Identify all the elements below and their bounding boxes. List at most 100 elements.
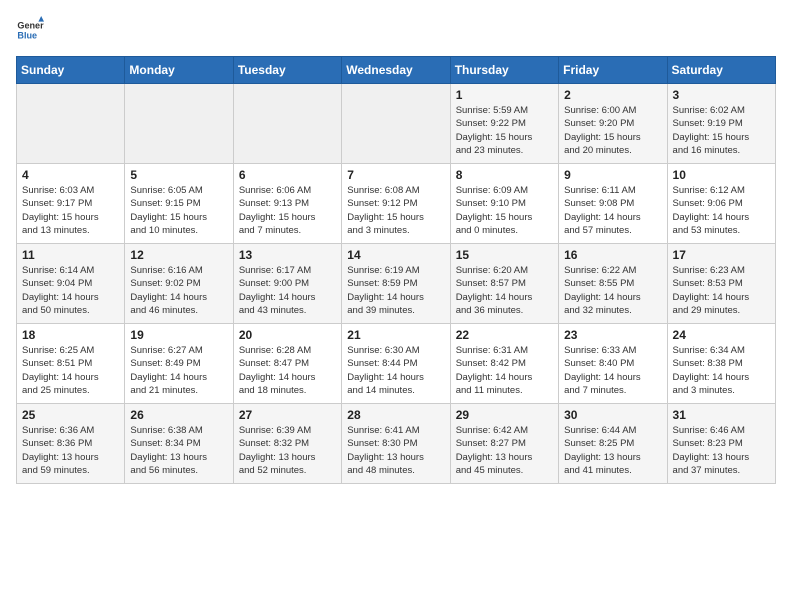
calendar-cell: 7Sunrise: 6:08 AM Sunset: 9:12 PM Daylig…	[342, 164, 450, 244]
weekday-header-sunday: Sunday	[17, 57, 125, 84]
calendar-body: 1 Sunrise: 5:59 AM Sunset: 9:22 PM Daylig…	[17, 84, 776, 484]
day-number: 24	[673, 328, 770, 342]
week-row-2: 4Sunrise: 6:03 AM Sunset: 9:17 PM Daylig…	[17, 164, 776, 244]
calendar-cell: 20 Sunrise: 6:28 AM Sunset: 8:47 PM Dayli…	[233, 324, 341, 404]
day-number: 8	[456, 168, 553, 182]
calendar-cell: 14Sunrise: 6:19 AM Sunset: 8:59 PM Dayli…	[342, 244, 450, 324]
weekday-header-tuesday: Tuesday	[233, 57, 341, 84]
week-row-1: 1 Sunrise: 5:59 AM Sunset: 9:22 PM Daylig…	[17, 84, 776, 164]
calendar-cell: 21 Sunrise: 6:30 AM Sunset: 8:44 PM Dayli…	[342, 324, 450, 404]
day-info: Sunrise: 6:33 AM Sunset: 8:40 PM Dayligh…	[564, 344, 661, 397]
calendar-cell: 31 Sunrise: 6:46 AM Sunset: 8:23 PM Dayli…	[667, 404, 775, 484]
day-info: Sunrise: 6:42 AM Sunset: 8:27 PM Dayligh…	[456, 424, 553, 477]
day-info: Sunrise: 6:23 AM Sunset: 8:53 PM Dayligh…	[673, 264, 770, 317]
calendar-cell: 10 Sunrise: 6:12 AM Sunset: 9:06 PM Dayli…	[667, 164, 775, 244]
day-number: 12	[130, 248, 227, 262]
day-number: 28	[347, 408, 444, 422]
logo: General Blue	[16, 16, 44, 44]
calendar-cell: 1 Sunrise: 5:59 AM Sunset: 9:22 PM Daylig…	[450, 84, 558, 164]
weekday-header-wednesday: Wednesday	[342, 57, 450, 84]
day-number: 21	[347, 328, 444, 342]
day-number: 13	[239, 248, 336, 262]
day-info: Sunrise: 6:14 AM Sunset: 9:04 PM Dayligh…	[22, 264, 119, 317]
calendar-cell: 24 Sunrise: 6:34 AM Sunset: 8:38 PM Dayli…	[667, 324, 775, 404]
page-header: General Blue	[16, 16, 776, 44]
week-row-4: 18 Sunrise: 6:25 AM Sunset: 8:51 PM Dayli…	[17, 324, 776, 404]
day-number: 5	[130, 168, 227, 182]
calendar-cell: 27 Sunrise: 6:39 AM Sunset: 8:32 PM Dayli…	[233, 404, 341, 484]
day-info: Sunrise: 6:41 AM Sunset: 8:30 PM Dayligh…	[347, 424, 444, 477]
calendar-cell: 5Sunrise: 6:05 AM Sunset: 9:15 PM Daylig…	[125, 164, 233, 244]
day-info: Sunrise: 6:00 AM Sunset: 9:20 PM Dayligh…	[564, 104, 661, 157]
calendar-cell: 18 Sunrise: 6:25 AM Sunset: 8:51 PM Dayli…	[17, 324, 125, 404]
day-number: 11	[22, 248, 119, 262]
day-info: Sunrise: 6:09 AM Sunset: 9:10 PM Dayligh…	[456, 184, 553, 237]
week-row-3: 11 Sunrise: 6:14 AM Sunset: 9:04 PM Dayli…	[17, 244, 776, 324]
weekday-header-monday: Monday	[125, 57, 233, 84]
day-info: Sunrise: 6:12 AM Sunset: 9:06 PM Dayligh…	[673, 184, 770, 237]
day-number: 29	[456, 408, 553, 422]
calendar-cell: 17 Sunrise: 6:23 AM Sunset: 8:53 PM Dayli…	[667, 244, 775, 324]
calendar-cell	[342, 84, 450, 164]
calendar-cell: 22 Sunrise: 6:31 AM Sunset: 8:42 PM Dayli…	[450, 324, 558, 404]
day-number: 31	[673, 408, 770, 422]
day-info: Sunrise: 6:39 AM Sunset: 8:32 PM Dayligh…	[239, 424, 336, 477]
day-number: 15	[456, 248, 553, 262]
calendar-cell: 8 Sunrise: 6:09 AM Sunset: 9:10 PM Daylig…	[450, 164, 558, 244]
day-number: 19	[130, 328, 227, 342]
day-number: 9	[564, 168, 661, 182]
calendar-cell: 2 Sunrise: 6:00 AM Sunset: 9:20 PM Daylig…	[559, 84, 667, 164]
calendar-cell: 30 Sunrise: 6:44 AM Sunset: 8:25 PM Dayli…	[559, 404, 667, 484]
day-number: 1	[456, 88, 553, 102]
day-info: Sunrise: 6:46 AM Sunset: 8:23 PM Dayligh…	[673, 424, 770, 477]
logo-icon: General Blue	[16, 16, 44, 44]
day-info: Sunrise: 5:59 AM Sunset: 9:22 PM Dayligh…	[456, 104, 553, 157]
calendar-cell: 15 Sunrise: 6:20 AM Sunset: 8:57 PM Dayli…	[450, 244, 558, 324]
calendar-cell	[233, 84, 341, 164]
day-info: Sunrise: 6:38 AM Sunset: 8:34 PM Dayligh…	[130, 424, 227, 477]
day-info: Sunrise: 6:36 AM Sunset: 8:36 PM Dayligh…	[22, 424, 119, 477]
day-info: Sunrise: 6:25 AM Sunset: 8:51 PM Dayligh…	[22, 344, 119, 397]
day-info: Sunrise: 6:06 AM Sunset: 9:13 PM Dayligh…	[239, 184, 336, 237]
day-number: 22	[456, 328, 553, 342]
calendar-cell	[125, 84, 233, 164]
day-info: Sunrise: 6:16 AM Sunset: 9:02 PM Dayligh…	[130, 264, 227, 317]
day-info: Sunrise: 6:31 AM Sunset: 8:42 PM Dayligh…	[456, 344, 553, 397]
calendar-cell: 23Sunrise: 6:33 AM Sunset: 8:40 PM Dayli…	[559, 324, 667, 404]
day-number: 26	[130, 408, 227, 422]
calendar-cell: 12 Sunrise: 6:16 AM Sunset: 9:02 PM Dayli…	[125, 244, 233, 324]
calendar-cell: 19 Sunrise: 6:27 AM Sunset: 8:49 PM Dayli…	[125, 324, 233, 404]
calendar-cell: 6 Sunrise: 6:06 AM Sunset: 9:13 PM Daylig…	[233, 164, 341, 244]
day-number: 2	[564, 88, 661, 102]
day-info: Sunrise: 6:34 AM Sunset: 8:38 PM Dayligh…	[673, 344, 770, 397]
svg-text:Blue: Blue	[17, 30, 37, 40]
day-info: Sunrise: 6:22 AM Sunset: 8:55 PM Dayligh…	[564, 264, 661, 317]
day-info: Sunrise: 6:28 AM Sunset: 8:47 PM Dayligh…	[239, 344, 336, 397]
day-info: Sunrise: 6:17 AM Sunset: 9:00 PM Dayligh…	[239, 264, 336, 317]
day-info: Sunrise: 6:20 AM Sunset: 8:57 PM Dayligh…	[456, 264, 553, 317]
day-info: Sunrise: 6:44 AM Sunset: 8:25 PM Dayligh…	[564, 424, 661, 477]
calendar-table: SundayMondayTuesdayWednesdayThursdayFrid…	[16, 56, 776, 484]
day-info: Sunrise: 6:30 AM Sunset: 8:44 PM Dayligh…	[347, 344, 444, 397]
day-number: 20	[239, 328, 336, 342]
day-number: 10	[673, 168, 770, 182]
week-row-5: 25Sunrise: 6:36 AM Sunset: 8:36 PM Dayli…	[17, 404, 776, 484]
day-number: 30	[564, 408, 661, 422]
day-info: Sunrise: 6:19 AM Sunset: 8:59 PM Dayligh…	[347, 264, 444, 317]
calendar-cell: 25Sunrise: 6:36 AM Sunset: 8:36 PM Dayli…	[17, 404, 125, 484]
calendar-header: SundayMondayTuesdayWednesdayThursdayFrid…	[17, 57, 776, 84]
calendar-cell: 28 Sunrise: 6:41 AM Sunset: 8:30 PM Dayli…	[342, 404, 450, 484]
day-number: 17	[673, 248, 770, 262]
day-number: 4	[22, 168, 119, 182]
day-number: 3	[673, 88, 770, 102]
day-info: Sunrise: 6:11 AM Sunset: 9:08 PM Dayligh…	[564, 184, 661, 237]
day-info: Sunrise: 6:27 AM Sunset: 8:49 PM Dayligh…	[130, 344, 227, 397]
weekday-header-row: SundayMondayTuesdayWednesdayThursdayFrid…	[17, 57, 776, 84]
day-number: 18	[22, 328, 119, 342]
calendar-cell	[17, 84, 125, 164]
calendar-cell: 26 Sunrise: 6:38 AM Sunset: 8:34 PM Dayli…	[125, 404, 233, 484]
calendar-cell: 3Sunrise: 6:02 AM Sunset: 9:19 PM Daylig…	[667, 84, 775, 164]
day-number: 6	[239, 168, 336, 182]
day-number: 27	[239, 408, 336, 422]
calendar-cell: 4Sunrise: 6:03 AM Sunset: 9:17 PM Daylig…	[17, 164, 125, 244]
